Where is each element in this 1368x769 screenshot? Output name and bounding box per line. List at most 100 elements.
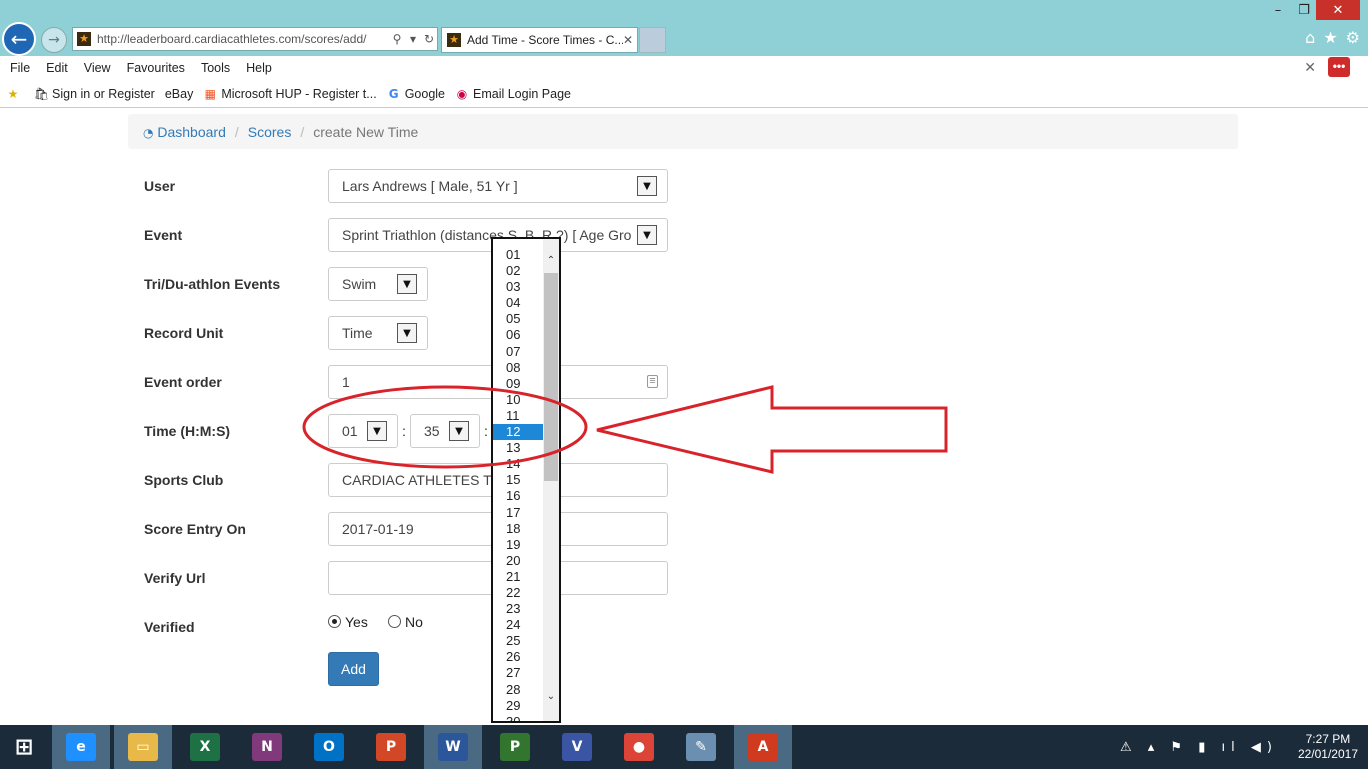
menu-file[interactable]: File [10,61,30,75]
taskbar-acrobat[interactable]: A [734,725,792,769]
hours-select[interactable]: 01 ▼ [328,414,398,448]
menu-tools[interactable]: Tools [201,61,230,75]
seconds-option[interactable]: 02 [493,263,543,279]
tray-icons[interactable]: ⚠ ▴ ⚑ ▮ ıl ◀) [1120,740,1278,755]
fav-microsoft-hup[interactable]: ▦ Microsoft HUP - Register t... [203,87,377,101]
seconds-option[interactable]: 06 [493,327,543,343]
taskbar-internet-explorer[interactable]: e [52,725,110,769]
home-icon[interactable]: ⌂ [1305,28,1315,47]
seconds-option[interactable]: 30 [493,714,543,721]
seconds-option[interactable]: 13 [493,440,543,456]
scrollbar-thumb[interactable] [544,273,558,481]
seconds-option[interactable]: 24 [493,617,543,633]
seconds-option[interactable]: 01 [493,247,543,263]
search-icon[interactable]: ⚲ [389,32,405,46]
seconds-option[interactable]: 11 [493,408,543,424]
taskbar-chrome[interactable]: ● [610,725,668,769]
browser-tab[interactable]: ★ Add Time - Score Times - C... ✕ [441,27,638,53]
radio-unchecked-icon[interactable] [388,615,401,628]
seconds-option[interactable]: 25 [493,633,543,649]
menu-edit[interactable]: Edit [46,61,68,75]
verify-url-row: Verify Url [144,561,744,595]
seconds-option[interactable]: 16 [493,488,543,504]
notification-close-icon[interactable]: ✕ [1304,60,1316,76]
verified-no-radio[interactable]: No [388,614,423,630]
seconds-option[interactable]: 17 [493,505,543,521]
address-url[interactable]: http://leaderboard.cardiacathletes.com/s… [97,32,389,46]
tri-events-select[interactable]: Swim ▼ [328,267,428,301]
seconds-option[interactable]: 21 [493,569,543,585]
sports-club-label: Sports Club [144,472,224,488]
fav-google[interactable]: G Google [387,87,445,101]
fav-ebay[interactable]: eBay [165,87,194,101]
seconds-option[interactable]: 12 [493,424,543,441]
radio-checked-icon[interactable] [328,615,341,628]
back-arrow-icon[interactable]: ← [2,22,36,56]
scroll-up-icon[interactable]: ⌃ [544,255,558,271]
seconds-option[interactable]: 09 [493,376,543,392]
chevron-down-icon[interactable]: ▼ [637,176,657,196]
seconds-option[interactable]: 07 [493,344,543,360]
seconds-option[interactable]: 27 [493,665,543,681]
tab-close-icon[interactable]: ✕ [623,33,637,47]
user-select[interactable]: Lars Andrews [ Male, 51 Yr ] ▼ [328,169,668,203]
seconds-option[interactable]: 29 [493,698,543,714]
taskbar-project[interactable]: P [486,725,544,769]
seconds-option[interactable]: 15 [493,472,543,488]
chevron-down-icon[interactable]: ▼ [637,225,657,245]
event-select-value: Sprint Triathlon (distances S, B, R ?) [… [342,227,632,243]
breadcrumb-dashboard[interactable]: ◔ Dashboard [143,124,226,140]
menu-help[interactable]: Help [246,61,272,75]
seconds-option[interactable]: 23 [493,601,543,617]
forward-arrow-icon[interactable]: → [41,27,67,53]
settings-gear-icon[interactable]: ⚙ [1346,28,1360,47]
lastpass-icon[interactable]: ••• [1328,57,1350,77]
address-bar[interactable]: ★ http://leaderboard.cardiacathletes.com… [72,27,438,51]
seconds-option[interactable]: 22 [493,585,543,601]
list-scrollbar[interactable]: ⌃ ⌄ [543,239,559,721]
verified-yes-radio[interactable]: Yes [328,614,368,630]
taskbar-powerpoint[interactable]: P [362,725,420,769]
taskbar-word[interactable]: W [424,725,482,769]
dropdown-icon[interactable]: ▾ [405,32,421,46]
seconds-option[interactable]: 28 [493,682,543,698]
chevron-down-icon[interactable]: ▼ [449,421,469,441]
seconds-option[interactable]: 20 [493,553,543,569]
clock[interactable]: 7:27 PM 22/01/2017 [1298,732,1358,762]
new-tab-button[interactable] [639,27,666,53]
seconds-option[interactable]: 04 [493,295,543,311]
seconds-option[interactable]: 10 [493,392,543,408]
menu-favourites[interactable]: Favourites [127,61,185,75]
chevron-down-icon[interactable]: ▼ [367,421,387,441]
window-close-icon[interactable]: ✕ [1316,0,1360,20]
scroll-down-icon[interactable]: ⌄ [544,691,558,707]
seconds-option[interactable]: 26 [493,649,543,665]
favorites-star-icon[interactable]: ★ [1323,28,1337,47]
seconds-dropdown-list[interactable]: 01 02 03 04 05 06 07 08 09 10 11 12 13 14 15 16 17 18 19 20… [491,237,561,723]
breadcrumb-scores[interactable]: Scores [248,124,292,140]
taskbar-visio[interactable]: V [548,725,606,769]
record-unit-select[interactable]: Time ▼ [328,316,428,350]
taskbar-file-explorer[interactable]: ▭ [114,725,172,769]
chevron-down-icon[interactable]: ▼ [397,274,417,294]
refresh-icon[interactable]: ↻ [421,32,437,46]
fav-email-login[interactable]: ◉ Email Login Page [455,87,571,101]
paint-icon: ✎ [686,733,716,761]
minutes-select[interactable]: 35 ▼ [410,414,480,448]
seconds-option[interactable]: 18 [493,521,543,537]
seconds-option[interactable]: 08 [493,360,543,376]
seconds-option[interactable]: 03 [493,279,543,295]
seconds-option[interactable]: 05 [493,311,543,327]
menu-view[interactable]: View [84,61,111,75]
seconds-option[interactable]: 19 [493,537,543,553]
chevron-down-icon[interactable]: ▼ [397,323,417,343]
taskbar-onenote[interactable]: N [238,725,296,769]
favourites-star-icon[interactable]: ★ [6,87,24,101]
taskbar-windows[interactable]: ⊞ [0,725,48,769]
fav-sign-in[interactable]: 🛍 Sign in or Register [34,87,155,101]
seconds-option[interactable]: 14 [493,456,543,472]
taskbar-excel[interactable]: X [176,725,234,769]
add-button[interactable]: Add [328,652,379,686]
taskbar-outlook[interactable]: O [300,725,358,769]
taskbar-paint[interactable]: ✎ [672,725,730,769]
